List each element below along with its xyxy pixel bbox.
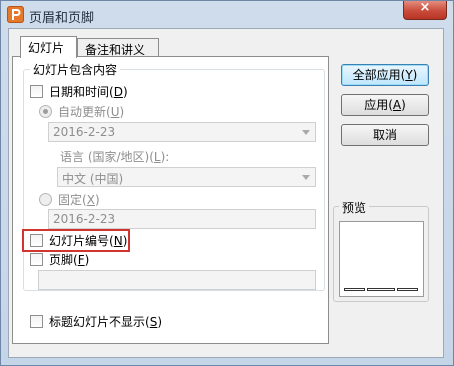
chevron-down-icon [302, 175, 310, 180]
tab-slide[interactable]: 幻灯片 [20, 36, 77, 58]
title-bar[interactable]: 页眉和页脚 × [1, 0, 453, 29]
preview-footer-date [344, 288, 365, 291]
auto-update-label[interactable]: 自动更新(U) [58, 103, 124, 120]
apply-button[interactable]: 应用(A) [341, 94, 429, 116]
footer-label[interactable]: 页脚(F) [49, 251, 89, 268]
date-time-checkbox[interactable] [30, 85, 43, 98]
preview-label: 预览 [339, 199, 370, 216]
close-icon: × [419, 0, 431, 15]
auto-update-radio[interactable] [39, 105, 52, 118]
group-title: 幻灯片包含内容 [30, 61, 121, 78]
tab-notes-handouts-label: 备注和讲义 [85, 43, 146, 57]
language-combo[interactable]: 中文 (中国) [57, 167, 316, 187]
footer-text-field[interactable] [38, 270, 316, 290]
date-time-label[interactable]: 日期和时间(D) [49, 83, 128, 100]
fixed-date-value: 2016-2-23 [53, 212, 116, 226]
preview-footer-text [367, 288, 395, 291]
fixed-date-field[interactable]: 2016-2-23 [48, 209, 316, 229]
language-value: 中文 (中国) [62, 172, 124, 186]
slide-number-checkbox[interactable] [30, 234, 43, 247]
language-label: 语言 (国家/地区)(L): [60, 150, 170, 164]
fixed-label[interactable]: 固定(X) [58, 191, 100, 208]
tab-slide-label: 幻灯片 [28, 41, 65, 55]
footer-checkbox[interactable] [30, 253, 43, 266]
app-logo-icon [7, 6, 24, 23]
hide-on-title-slide-label[interactable]: 标题幻灯片不显示(S) [49, 313, 162, 330]
window-title: 页眉和页脚 [29, 11, 95, 26]
auto-date-value: 2016-2-23 [53, 125, 116, 139]
close-button[interactable]: × [403, 0, 447, 20]
fixed-radio[interactable] [39, 193, 52, 206]
auto-date-combo[interactable]: 2016-2-23 [48, 122, 316, 142]
chevron-down-icon [302, 130, 310, 135]
preview-slide [339, 221, 424, 297]
hide-on-title-slide-checkbox[interactable] [30, 315, 43, 328]
apply-all-button[interactable]: 全部应用(Y) [341, 64, 429, 86]
cancel-button[interactable]: 取消 [341, 124, 429, 146]
preview-footer-number [397, 288, 418, 291]
slide-number-label[interactable]: 幻灯片编号(N) [49, 232, 127, 249]
tab-notes-handouts[interactable]: 备注和讲义 [77, 38, 159, 58]
